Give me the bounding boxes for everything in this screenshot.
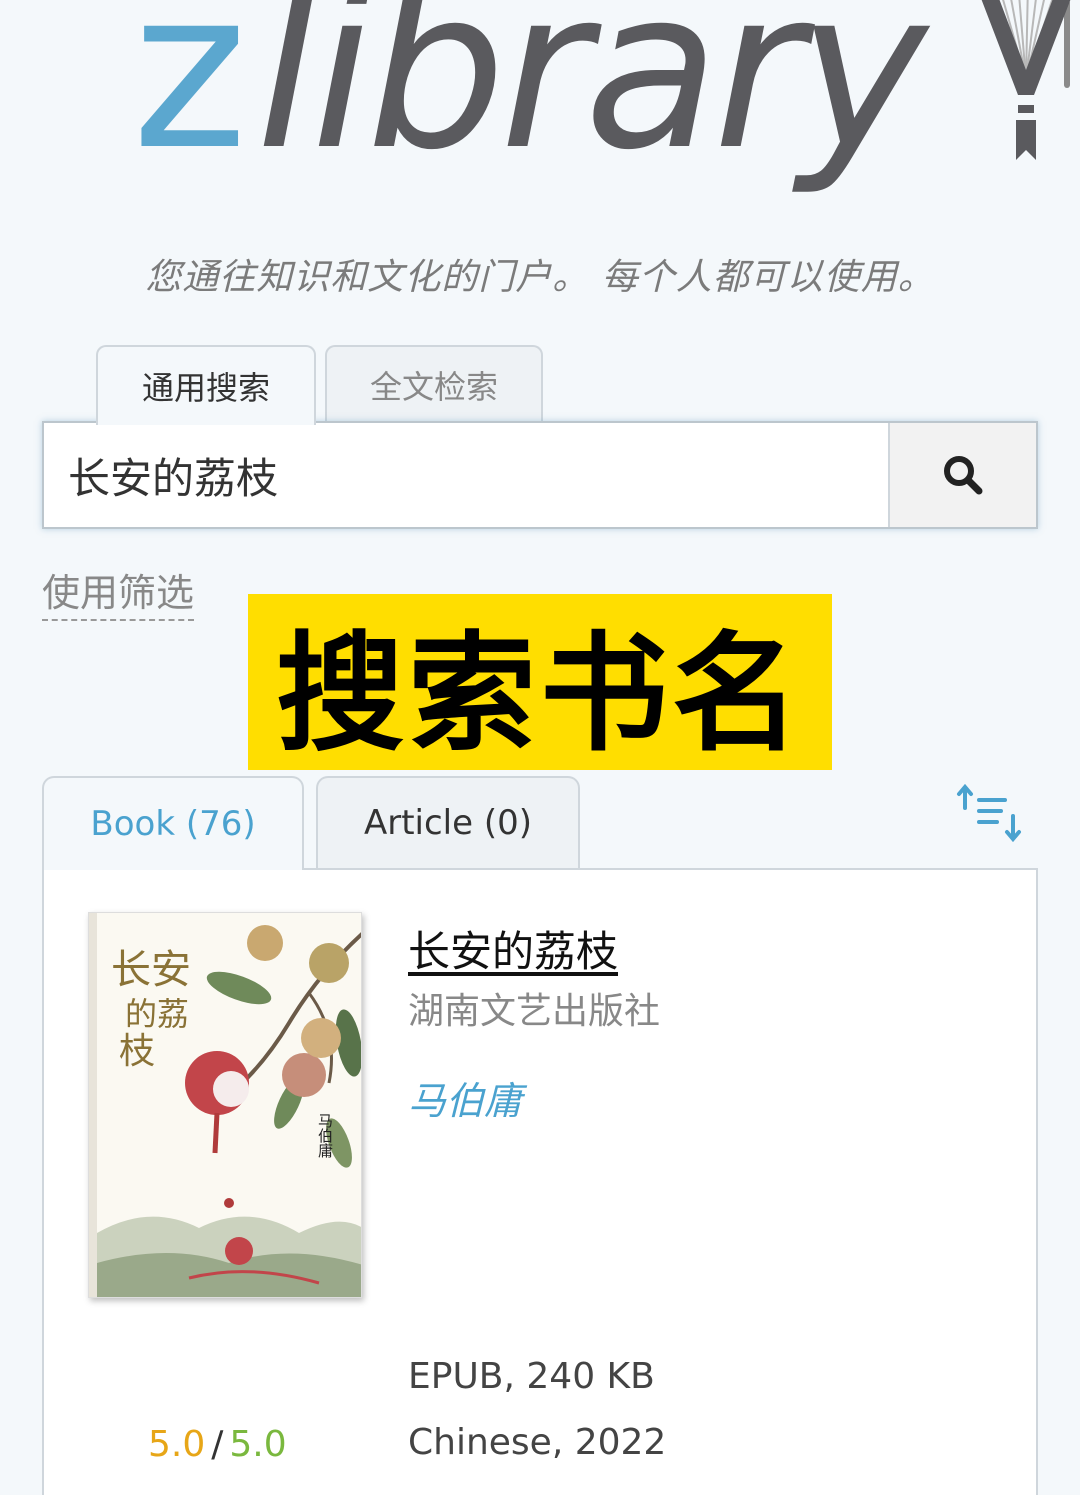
rating-score: 5.0 (148, 1424, 206, 1465)
use-filters-link[interactable]: 使用筛选 (42, 562, 195, 621)
tab-books[interactable]: Book (76) (42, 776, 304, 870)
search-button[interactable] (888, 423, 1036, 527)
logo-library-text: library (256, 0, 928, 198)
book-cover-illustration: 长安 的荔 枝 马伯庸 (89, 913, 361, 1297)
zlibrary-logo[interactable]: z library (132, 0, 1071, 198)
tagline: 您通往知识和文化的门户。 每个人都可以使用。 (145, 257, 935, 298)
book-cover-image[interactable]: 长安 的荔 枝 马伯庸 (88, 912, 362, 1298)
tab-articles[interactable]: Article (0) (316, 776, 580, 868)
svg-text:枝: 枝 (119, 1031, 155, 1072)
search-input[interactable] (44, 423, 888, 527)
search-bar (42, 421, 1038, 529)
sort-order-icon[interactable] (955, 782, 1023, 844)
overlay-caption-banner: 搜索书名 (248, 594, 832, 770)
book-rating: 5.0/5.0 (148, 1424, 287, 1465)
book-format-size: EPUB, 240 KB (408, 1356, 655, 1397)
tab-general-search[interactable]: 通用搜索 (96, 345, 316, 425)
logo-z-letter: z (132, 0, 248, 198)
book-title-link[interactable]: 长安的荔枝 (408, 918, 618, 979)
tab-fulltext-search[interactable]: 全文检索 (325, 345, 543, 423)
logo-book-icon (981, 0, 1071, 160)
svg-text:马伯庸: 马伯庸 (316, 1113, 334, 1158)
book-author-link[interactable]: 马伯庸 (408, 1070, 522, 1125)
svg-text:长安: 长安 (111, 947, 191, 993)
search-icon (944, 456, 983, 495)
book-publisher: 湖南文艺出版社 (408, 991, 661, 1032)
rating-separator: / (211, 1424, 224, 1465)
rating-quality: 5.0 (229, 1424, 287, 1465)
svg-text:的荔: 的荔 (125, 995, 189, 1033)
book-language-year: Chinese, 2022 (408, 1422, 667, 1463)
